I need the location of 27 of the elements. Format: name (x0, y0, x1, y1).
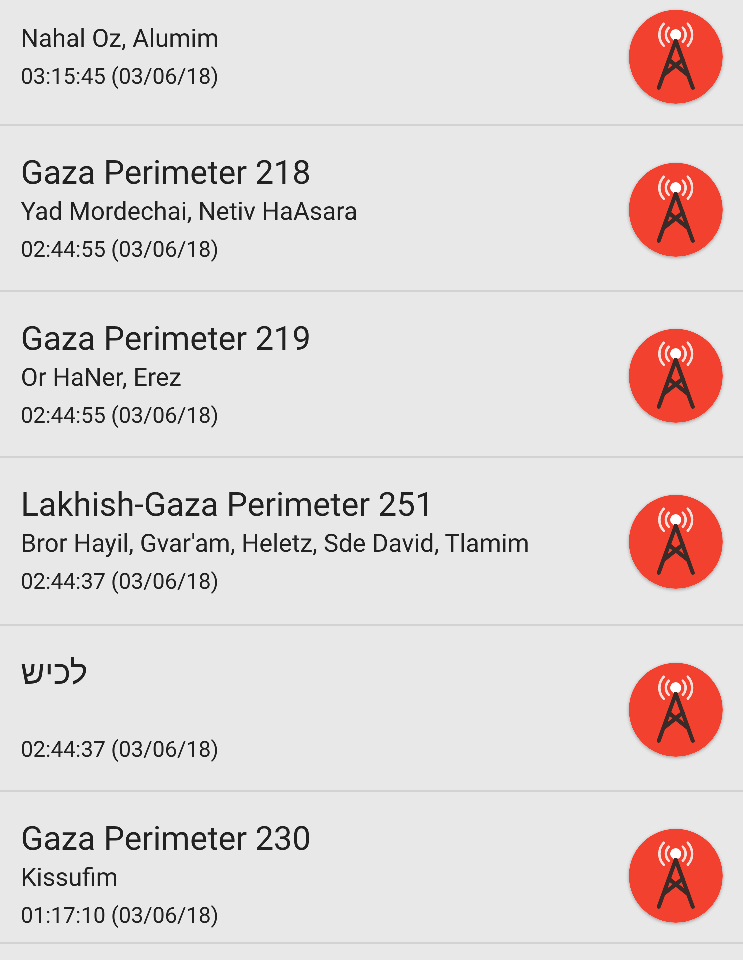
alert-time: 02:44:55 (03/06/18) (21, 237, 220, 265)
radio-tower-icon (629, 663, 723, 757)
alert-area: Nahal Oz, Alumim (21, 23, 219, 57)
alert-area: Bror Hayil, Gvar'am, Heletz, Sde David, Tlamim (21, 528, 530, 562)
alert-row[interactable]: Gaza Perimeter 230 Kissufim 01:17:10 (03/06/18) (0, 792, 743, 944)
alert-title: Gaza Perimeter 230 (21, 820, 311, 860)
radio-tower-icon (629, 163, 723, 257)
alert-area: Yad Mordechai, Netiv HaAsara (21, 196, 358, 230)
alert-title: Gaza Perimeter 218 (21, 154, 312, 194)
alert-time: 02:44:55 (03/06/18) (21, 403, 220, 431)
radio-tower-icon (629, 329, 723, 423)
radio-tower-icon (629, 10, 723, 104)
alert-row[interactable]: Lakhish-Gaza Perimeter 251 Bror Hayil, Gvar'am, Heletz, Sde David, Tlamim 02:44:37 (03/06/18) (0, 458, 743, 626)
alert-row[interactable]: Nahal Oz, Alumim 03:15:45 (03/06/18) (0, 0, 743, 126)
alert-title: Gaza Perimeter 219 (21, 320, 311, 360)
alert-area: Kissufim (21, 862, 311, 896)
alert-row[interactable]: Gaza Perimeter 219 Or HaNer, Erez 02:44:55 (03/06/18) (0, 292, 743, 458)
alert-area: Or HaNer, Erez (21, 362, 311, 396)
radio-tower-icon (629, 829, 723, 923)
alert-title: Lakhish-Gaza Perimeter 251 (21, 486, 435, 526)
alert-time: 03:15:45 (03/06/18) (21, 64, 219, 92)
alert-time: 02:44:37 (03/06/18) (21, 569, 220, 597)
alert-title: לכיש (21, 654, 89, 694)
alert-row[interactable]: Gaza Perimeter 218 Yad Mordechai, Netiv HaAsara 02:44:55 (03/06/18) (0, 126, 743, 292)
alert-time: 02:44:37 (03/06/18) (21, 737, 219, 765)
alert-time: 01:17:10 (03/06/18) (21, 903, 220, 931)
radio-tower-icon (629, 495, 723, 589)
